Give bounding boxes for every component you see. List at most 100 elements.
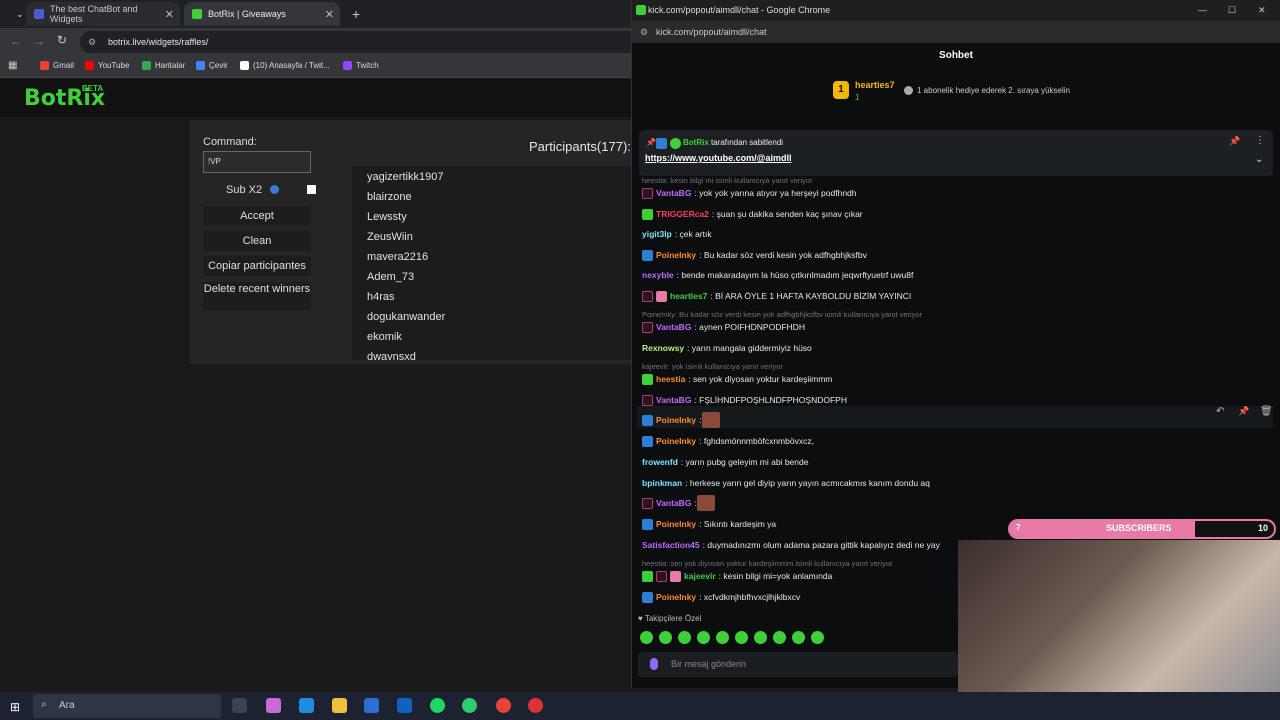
bookmark-youtube[interactable]: YouTube — [85, 61, 129, 70]
pinned-link[interactable]: https://www.youtube.com/@aimdll — [645, 153, 791, 163]
chat-username[interactable]: Rexnowsy — [642, 341, 684, 355]
chat-username[interactable]: PoineInky — [656, 248, 696, 262]
emote-icon[interactable] — [792, 631, 805, 644]
subscriber-badge-icon — [642, 321, 653, 333]
chat-username[interactable]: VantaBG — [656, 393, 691, 407]
emote-icon[interactable] — [659, 631, 672, 644]
emote-icon[interactable] — [678, 631, 691, 644]
file-explorer-icon[interactable] — [332, 698, 347, 713]
chat-username[interactable]: nexyble — [642, 268, 674, 282]
emote-icon[interactable] — [697, 631, 710, 644]
chat-username[interactable]: TRIGGERca2 — [656, 207, 709, 221]
microphone-icon[interactable] — [650, 658, 658, 670]
store-icon[interactable] — [364, 698, 379, 713]
bookmark-label: Çevir — [209, 61, 228, 70]
emote-icon[interactable] — [735, 631, 748, 644]
close-icon[interactable]: ✕ — [165, 8, 174, 21]
emote-icon[interactable] — [640, 631, 653, 644]
chat-username[interactable]: bpinkman — [642, 476, 682, 490]
clean-button[interactable]: Clean — [203, 231, 311, 251]
chevron-down-icon[interactable]: ⌄ — [1255, 154, 1263, 165]
emote-icon[interactable] — [754, 631, 767, 644]
new-tab-button[interactable]: + — [344, 2, 364, 26]
mod-badge-icon — [642, 435, 653, 447]
maximize-icon[interactable]: ☐ — [1228, 0, 1236, 21]
bookmark-twitter[interactable]: (10) Anasayfa / Twit... — [240, 61, 330, 70]
copy-participants-button[interactable]: Copiar participantes — [203, 256, 311, 276]
delete-icon[interactable]: 🗑 — [1260, 406, 1273, 417]
chat-message: TRIGGERca2: şuan şu dakika senden kaç şı… — [642, 207, 863, 221]
chat-message: kajeevir: kesin bilgi mi=yok anlamında — [642, 569, 832, 583]
pinned-by-user[interactable]: BotRix — [683, 138, 709, 147]
chat-username[interactable]: kajeevir — [684, 569, 716, 583]
address-bar[interactable]: ⚙ botrix.live/widgets/raffles/ — [80, 31, 640, 53]
forward-icon[interactable]: → — [33, 34, 45, 48]
apps-icon[interactable]: ▦ — [8, 60, 17, 71]
x-icon — [240, 61, 249, 70]
command-label: Command: — [203, 136, 257, 148]
subscriber-badge-icon — [656, 570, 667, 582]
minimize-icon[interactable]: — — [1198, 0, 1207, 21]
site-info-icon[interactable]: ⚙ — [88, 31, 96, 53]
chat-username[interactable]: VantaBG — [656, 320, 691, 334]
windows-start-icon[interactable]: ⊞ — [10, 700, 20, 714]
obs-icon[interactable] — [528, 698, 543, 713]
botrix-favicon-icon — [192, 9, 202, 19]
bookmark-label: YouTube — [98, 61, 130, 70]
mod-badge-icon — [642, 518, 653, 530]
chat-username[interactable]: PoineInky — [656, 413, 696, 427]
bookmark-maps[interactable]: Haritalar — [142, 61, 185, 70]
more-options-icon[interactable]: ⋮ — [1255, 135, 1265, 146]
tab-list-button[interactable]: ⌄ — [8, 2, 26, 26]
emote-icon[interactable] — [716, 631, 729, 644]
chat-text: : kesin bilgi mi=yok anlamında — [718, 571, 833, 581]
chat-username[interactable]: heestia — [656, 372, 685, 386]
edge-icon[interactable] — [299, 698, 314, 713]
bookmark-twitch[interactable]: Twitch — [343, 61, 379, 70]
bookmark-translate[interactable]: Çevir — [196, 61, 228, 70]
accept-button[interactable]: Accept — [203, 206, 311, 226]
back-icon[interactable]: ← — [10, 34, 22, 48]
chat-username[interactable]: heartles7 — [670, 289, 707, 303]
followers-only-label: ♥ Takipçilere Özel — [638, 614, 702, 623]
copilot-icon[interactable] — [266, 698, 281, 713]
tab-giveaways[interactable]: BotRix | Giveaways ✕ — [184, 2, 340, 26]
spotify-icon[interactable] — [430, 698, 445, 713]
chat-username[interactable]: PoineInky — [656, 517, 696, 531]
chat-message-input[interactable]: Bir mesaj gönderin — [638, 652, 958, 677]
close-icon[interactable]: ✕ — [325, 8, 334, 21]
chat-username[interactable]: frowenfd — [642, 455, 678, 469]
reload-icon[interactable]: ↻ — [57, 33, 67, 47]
reply-icon[interactable]: ↶ — [1216, 406, 1224, 417]
delete-recent-winners-button[interactable]: Delete recent winners — [203, 282, 311, 310]
translate-icon — [196, 61, 205, 70]
emote-icon[interactable] — [773, 631, 786, 644]
top-gifter-name[interactable]: hearties7 — [855, 80, 895, 90]
tab-chatbot[interactable]: The best ChatBot and Widgets ✕ — [26, 2, 180, 26]
chat-username[interactable]: Satisfaction45 — [642, 538, 700, 552]
tab-title: BotRix | Giveaways — [208, 9, 286, 19]
chat-text: : duymadınızmı olum adama pazara gittik … — [702, 540, 940, 550]
app-icon[interactable] — [462, 698, 477, 713]
taskbar-search[interactable]: Ara — [33, 694, 221, 718]
top-gifter-count: 1 — [855, 93, 860, 102]
chat-username[interactable]: PoineInky — [656, 590, 696, 604]
close-window-icon[interactable]: ✕ — [1258, 0, 1266, 21]
chrome-icon[interactable] — [496, 698, 511, 713]
info-icon[interactable] — [270, 185, 279, 194]
site-info-icon[interactable]: ⚙ — [640, 21, 648, 43]
emote-icon[interactable] — [811, 631, 824, 644]
chat-username[interactable]: yigit3lp — [642, 227, 672, 241]
task-view-icon[interactable] — [232, 698, 247, 713]
bookmark-gmail[interactable]: Gmail — [40, 61, 74, 70]
youtube-icon — [85, 61, 94, 70]
pin-message-icon[interactable]: 📌 — [1238, 406, 1249, 417]
command-input[interactable]: !VP — [203, 151, 311, 173]
chat-username[interactable]: PoineInky — [656, 434, 696, 448]
unpin-icon[interactable]: 📌 — [1229, 136, 1240, 147]
chat-username[interactable]: VantaBG — [656, 186, 691, 200]
outlook-icon[interactable] — [397, 698, 412, 713]
subx2-checkbox[interactable] — [307, 185, 316, 194]
chat-username[interactable]: VantaBG — [656, 496, 691, 510]
popout-url-bar[interactable]: ⚙ kick.com/popout/aimdll/chat — [632, 21, 1280, 43]
